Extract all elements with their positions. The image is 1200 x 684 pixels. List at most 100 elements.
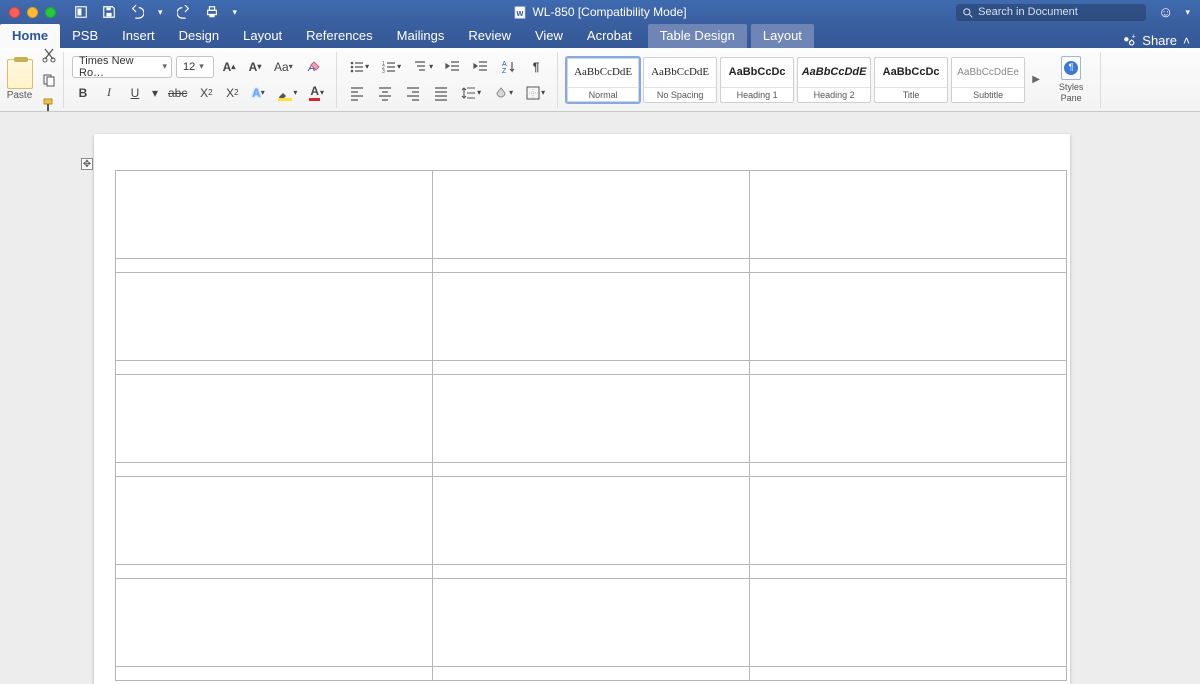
svg-text:W: W xyxy=(517,8,524,17)
search-document-field[interactable]: Search in Document xyxy=(956,4,1146,21)
numbering-button[interactable]: 123▾ xyxy=(377,56,405,78)
styles-pane-label: Styles Pane xyxy=(1059,82,1084,104)
svg-text:A: A xyxy=(502,61,507,68)
share-icon: + xyxy=(1122,34,1136,48)
table-row[interactable] xyxy=(116,667,1067,681)
search-icon xyxy=(962,7,973,18)
font-name-combo[interactable]: Times New Ro…▾ xyxy=(72,56,172,78)
ribbon-tabs: Home PSB Insert Design Layout References… xyxy=(0,24,1200,48)
page[interactable]: ✥ xyxy=(94,134,1070,684)
paste-button[interactable]: Paste xyxy=(7,59,33,101)
font-color-button[interactable]: A▾ xyxy=(305,82,328,104)
highlight-button[interactable]: ▾ xyxy=(273,82,301,104)
tab-insert[interactable]: Insert xyxy=(110,24,167,48)
tab-references[interactable]: References xyxy=(294,24,384,48)
font-name-value: Times New Ro… xyxy=(79,55,158,79)
increase-indent-button[interactable] xyxy=(469,56,493,78)
table-row[interactable] xyxy=(116,171,1067,259)
underline-button[interactable]: U xyxy=(124,82,146,104)
styles-pane-icon xyxy=(1061,56,1081,80)
styles-gallery-more[interactable]: ▶ xyxy=(1028,57,1044,103)
document-title: W WL-850 [Compatibility Mode] xyxy=(513,5,686,19)
tab-psb[interactable]: PSB xyxy=(60,24,110,48)
grow-font-button[interactable]: A▴ xyxy=(218,56,240,78)
decrease-indent-button[interactable] xyxy=(441,56,465,78)
table-row[interactable] xyxy=(116,361,1067,375)
quick-access-toolbar: ▾ ▾ xyxy=(74,5,237,19)
table-row[interactable] xyxy=(116,579,1067,667)
collapse-ribbon-icon[interactable]: ˄ xyxy=(1183,34,1190,48)
tab-table-design[interactable]: Table Design xyxy=(648,24,747,48)
share-button[interactable]: Share xyxy=(1142,33,1177,48)
align-right-button[interactable] xyxy=(401,82,425,104)
style-normal[interactable]: AaBbCcDdENormal xyxy=(566,57,640,103)
style-no-spacing[interactable]: AaBbCcDdENo Spacing xyxy=(643,57,717,103)
copy-button[interactable] xyxy=(37,69,61,91)
borders-button[interactable]: ▾ xyxy=(521,82,549,104)
tab-table-layout[interactable]: Layout xyxy=(751,24,814,48)
shrink-font-button[interactable]: A▾ xyxy=(244,56,266,78)
text-effects-button[interactable]: A▾ xyxy=(247,82,269,104)
doc-properties-icon[interactable] xyxy=(74,5,88,19)
table-row[interactable] xyxy=(116,273,1067,361)
font-size-value: 12 xyxy=(183,61,195,73)
table-move-handle[interactable]: ✥ xyxy=(81,158,93,170)
tab-mailings[interactable]: Mailings xyxy=(385,24,457,48)
sort-button[interactable]: AZ xyxy=(497,56,521,78)
style-heading-2[interactable]: AaBbCcDdEHeading 2 xyxy=(797,57,871,103)
document-table[interactable] xyxy=(115,170,1067,681)
subscript-button[interactable]: X2 xyxy=(195,82,217,104)
styles-group: AaBbCcDdENormal AaBbCcDdENo Spacing AaBb… xyxy=(558,52,1101,108)
align-left-button[interactable] xyxy=(345,82,369,104)
qat-customize-icon[interactable]: ▾ xyxy=(233,7,238,18)
redo-icon[interactable] xyxy=(177,5,191,19)
styles-pane-button[interactable]: Styles Pane xyxy=(1050,56,1092,104)
tab-review[interactable]: Review xyxy=(456,24,523,48)
superscript-button[interactable]: X2 xyxy=(221,82,243,104)
style-subtitle[interactable]: AaBbCcDdEeSubtitle xyxy=(951,57,1025,103)
align-center-button[interactable] xyxy=(373,82,397,104)
table-row[interactable] xyxy=(116,565,1067,579)
strikethrough-button[interactable]: abc xyxy=(164,82,191,104)
style-title[interactable]: AaBbCcDcTitle xyxy=(874,57,948,103)
undo-icon[interactable] xyxy=(130,5,144,19)
account-dropdown-icon[interactable]: ▾ xyxy=(1185,7,1190,18)
line-spacing-button[interactable]: ▾ xyxy=(457,82,485,104)
zoom-window-button[interactable] xyxy=(45,7,56,18)
justify-button[interactable] xyxy=(429,82,453,104)
paragraph-group: ▾ 123▾ ▾ AZ ¶ ▾ ▾ ▾ xyxy=(337,52,558,108)
print-icon[interactable] xyxy=(205,5,219,19)
show-paragraph-marks-button[interactable]: ¶ xyxy=(525,56,547,78)
tab-acrobat[interactable]: Acrobat xyxy=(575,24,644,48)
minimize-window-button[interactable] xyxy=(27,7,38,18)
tab-design[interactable]: Design xyxy=(167,24,231,48)
document-area[interactable]: ✥ xyxy=(0,112,1200,684)
search-placeholder: Search in Document xyxy=(978,6,1078,18)
change-case-button[interactable]: Aa▾ xyxy=(270,56,297,78)
table-row[interactable] xyxy=(116,477,1067,565)
table-row[interactable] xyxy=(116,463,1067,477)
italic-button[interactable]: I xyxy=(98,82,120,104)
word-document-icon: W xyxy=(513,6,526,19)
multilevel-list-button[interactable]: ▾ xyxy=(409,56,437,78)
shading-button[interactable]: ▾ xyxy=(489,82,517,104)
document-title-text: WL-850 [Compatibility Mode] xyxy=(532,5,686,19)
table-row[interactable] xyxy=(116,375,1067,463)
bullets-button[interactable]: ▾ xyxy=(345,56,373,78)
table-row[interactable] xyxy=(116,259,1067,273)
account-icon[interactable]: ☺ xyxy=(1158,4,1173,21)
tab-view[interactable]: View xyxy=(523,24,575,48)
clear-formatting-button[interactable]: A xyxy=(301,56,325,78)
underline-dropdown[interactable]: ▾ xyxy=(150,82,160,104)
bold-button[interactable]: B xyxy=(72,82,94,104)
undo-dropdown-icon[interactable]: ▾ xyxy=(158,7,163,18)
tab-layout[interactable]: Layout xyxy=(231,24,294,48)
font-size-combo[interactable]: 12▾ xyxy=(176,56,214,78)
font-group: Times New Ro…▾ 12▾ A▴ A▾ Aa▾ A B I U▾ ab… xyxy=(64,52,337,108)
svg-text:+: + xyxy=(1132,34,1136,40)
close-window-button[interactable] xyxy=(9,7,20,18)
save-icon[interactable] xyxy=(102,5,116,19)
paste-label: Paste xyxy=(7,90,33,101)
style-heading-1[interactable]: AaBbCcDcHeading 1 xyxy=(720,57,794,103)
tab-home[interactable]: Home xyxy=(0,24,60,48)
